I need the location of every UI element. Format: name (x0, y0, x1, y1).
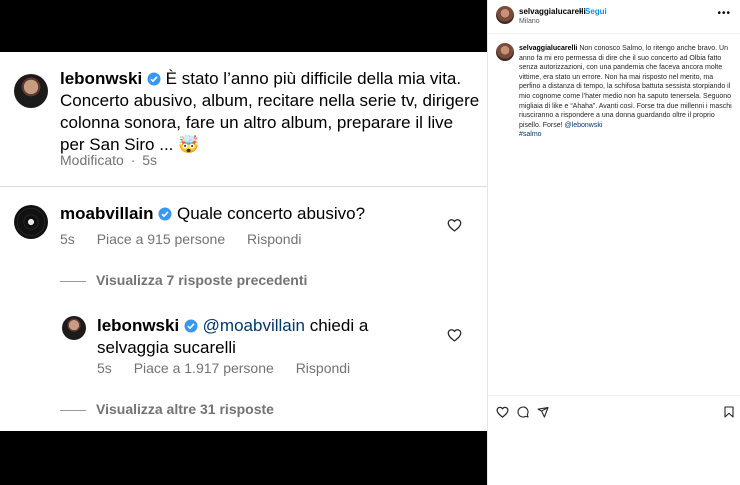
reply-meta: 5s Piace a 1.917 persone Rispondi (97, 360, 368, 376)
post-meta: Modificato · 5s (60, 152, 158, 168)
instagram-post-panel: selvaggialucarelli • Segui Milano ••• se… (487, 0, 740, 485)
lebonwski-avatar[interactable] (14, 74, 48, 108)
reply-username[interactable]: lebonwski (97, 316, 179, 335)
author-avatar[interactable] (496, 6, 514, 24)
reply-text-row: lebonwski @moabvillain chiedi a selvaggi… (97, 315, 417, 359)
lebonwski-reply-avatar[interactable] (62, 316, 86, 340)
like-heart-icon[interactable] (496, 406, 509, 418)
comment-icon[interactable] (517, 406, 529, 418)
verified-icon (158, 207, 172, 221)
caption-mention[interactable]: @lebonwski (565, 122, 603, 129)
moabvillain-avatar[interactable] (14, 205, 48, 239)
reply-mention[interactable]: @moabvillain (203, 316, 305, 335)
divider (0, 186, 487, 187)
edited-label: Modificato (60, 152, 124, 168)
verified-icon (184, 319, 198, 333)
reply-likes[interactable]: Piace a 1.917 persone (134, 360, 274, 376)
more-options-icon[interactable]: ••• (717, 8, 731, 19)
location[interactable]: Milano (519, 18, 540, 25)
caption-hashtag[interactable]: #salmo (519, 131, 542, 138)
post-caption: lebonwski È stato l’anno più difficile d… (60, 68, 480, 156)
follow-button[interactable]: Segui (585, 7, 607, 16)
caption-username[interactable]: selvaggialucarelli (519, 45, 577, 52)
comment-likes[interactable]: Piace a 915 persone (97, 231, 225, 247)
comment-reply-button[interactable]: Rispondi (247, 231, 301, 247)
view-more-replies[interactable]: Visualizza altre 31 risposte (60, 401, 274, 417)
caption-avatar[interactable] (496, 43, 514, 61)
comment-time: 5s (60, 231, 75, 247)
post-caption-text: selvaggialucarelli Non conosco Salmo, lo… (519, 44, 735, 140)
verified-icon (147, 72, 161, 86)
reply-heart-icon[interactable] (447, 328, 462, 342)
post-time: 5s (142, 152, 158, 168)
caption-body: Non conosco Salmo, lo ritengo anche brav… (519, 45, 732, 129)
comment-text-row: moabvillain Quale concerto abusivo? (60, 203, 365, 225)
view-previous-replies[interactable]: Visualizza 7 risposte precedenti (60, 272, 307, 288)
author-username[interactable]: selvaggialucarelli (519, 7, 586, 16)
separator-dot: • (579, 7, 582, 16)
post-header: selvaggialucarelli • Segui Milano ••• (488, 0, 740, 34)
reply-time: 5s (97, 360, 112, 376)
comment-meta: 5s Piace a 915 persone Rispondi (60, 231, 320, 247)
action-bar (488, 395, 740, 430)
comment-text: Quale concerto abusivo? (177, 204, 366, 223)
comment-screenshot: lebonwski È stato l’anno più difficile d… (0, 0, 487, 485)
comment-username[interactable]: moabvillain (60, 204, 154, 223)
post-username[interactable]: lebonwski (60, 69, 142, 88)
share-icon[interactable] (537, 406, 549, 418)
comment-heart-icon[interactable] (447, 218, 462, 232)
reply-reply-button[interactable]: Rispondi (296, 360, 350, 376)
save-bookmark-icon[interactable] (724, 406, 734, 418)
